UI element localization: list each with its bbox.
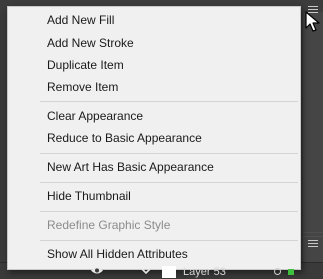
menu-item-new-art-has-basic-appearance[interactable]: New Art Has Basic Appearance [8,156,300,178]
menu-item-duplicate-item[interactable]: Duplicate Item [8,54,300,76]
selection-square-icon[interactable] [288,269,294,275]
eye-icon[interactable] [90,266,104,275]
cursor-arrow-icon [305,11,320,32]
menu-separator [40,182,298,183]
appearance-panel-flyout-menu: Add New Fill Add New Stroke Duplicate It… [7,6,301,270]
menu-separator [40,211,298,212]
chevron-down-icon[interactable] [139,266,153,278]
menu-item-hide-thumbnail[interactable]: Hide Thumbnail [8,185,300,207]
menu-item-remove-item[interactable]: Remove Item [8,76,300,98]
hamburger-icon[interactable] [308,240,318,248]
layer-name[interactable]: Layer 53 [183,266,226,278]
menu-separator [40,240,298,241]
menu-item-add-new-stroke[interactable]: Add New Stroke [8,32,300,54]
menu-item-redefine-graphic-style: Redefine Graphic Style [47,218,171,232]
target-circle-icon[interactable] [274,268,281,275]
layer-thumbnail [162,266,176,278]
menu-item-add-new-fill[interactable]: Add New Fill [8,9,300,31]
menu-separator [40,153,298,154]
menu-item-clear-appearance[interactable]: Clear Appearance [8,105,300,127]
menu-separator [40,101,298,102]
menu-item-reduce-to-basic-appearance[interactable]: Reduce to Basic Appearance [8,127,300,149]
panel-side-strip [303,12,323,264]
menu-item-show-all-hidden-attributes[interactable]: Show All Hidden Attributes [8,243,300,265]
